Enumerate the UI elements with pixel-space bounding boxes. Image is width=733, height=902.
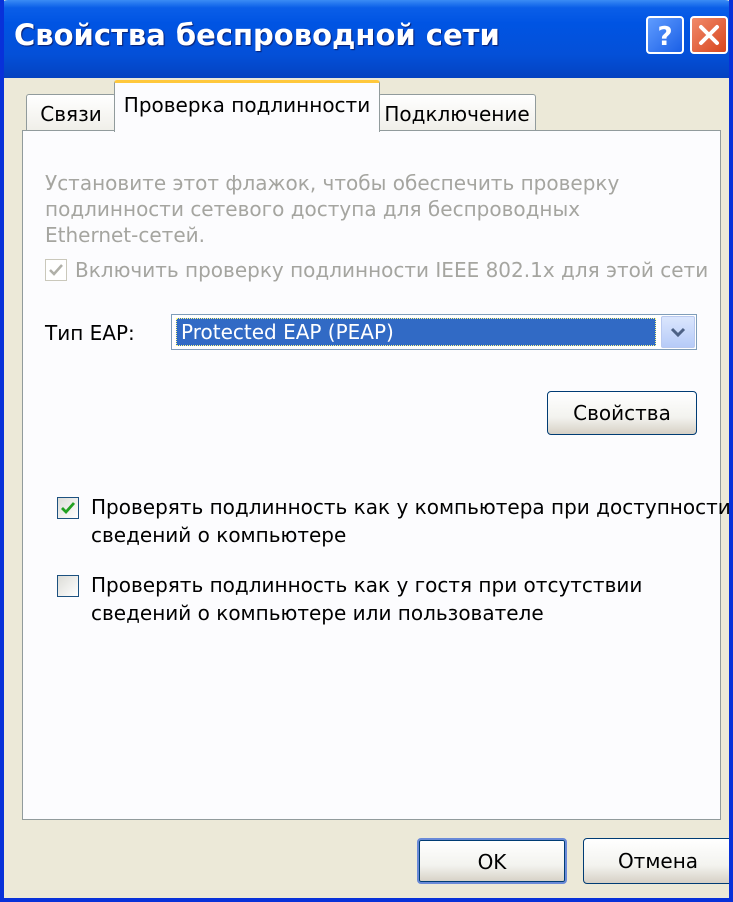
description-line: Установите этот флажок, чтобы обеспечить… (45, 171, 620, 195)
auth-as-guest-checkbox[interactable] (57, 575, 79, 597)
eap-type-value: Protected EAP (PEAP) (176, 318, 656, 346)
tab-label: Связи (40, 102, 102, 126)
tab-connections[interactable]: Связи (26, 94, 116, 130)
auth-as-guest-label: сведений о компьютере или пользователе (91, 601, 544, 625)
close-button[interactable] (690, 16, 728, 54)
tab-authentication[interactable]: Проверка подлинности (114, 80, 380, 132)
svg-text:?: ? (657, 22, 672, 52)
ok-button[interactable]: OK (417, 838, 567, 884)
tab-label: Проверка подлинности (123, 93, 371, 117)
close-icon (699, 25, 719, 45)
checkmark-icon (61, 502, 76, 515)
eap-type-label: Тип EAP: (45, 321, 135, 345)
eap-properties-button[interactable]: Свойства (547, 391, 697, 435)
tab-panel: Установите этот флажок, чтобы обеспечить… (22, 130, 729, 820)
title-bar[interactable]: Свойства беспроводной сети ? (4, 0, 729, 78)
cancel-button[interactable]: Отмена (583, 838, 729, 884)
tab-label: Подключение (384, 102, 530, 126)
enable-8021x-label: Включить проверку подлинности IEEE 802.1… (75, 258, 709, 282)
auth-as-computer-checkbox[interactable] (57, 497, 79, 519)
checkmark-icon (49, 264, 63, 276)
dropdown-button[interactable] (661, 316, 695, 348)
description-line: Ethernet-сетей. (45, 223, 205, 247)
enable-8021x-checkbox[interactable] (45, 259, 67, 281)
chevron-down-icon (670, 327, 686, 338)
tab-connection[interactable]: Подключение (378, 94, 536, 130)
dialog-window: Свойства беспроводной сети ? Связи Прове… (0, 0, 733, 902)
help-button[interactable]: ? (646, 16, 684, 54)
window-title: Свойства беспроводной сети (14, 18, 500, 52)
auth-as-computer-label: Проверять подлинность как у компьютера п… (91, 495, 731, 519)
auth-as-computer-label: сведений о компьютере (91, 523, 347, 547)
auth-as-guest-label: Проверять подлинность как у гостя при от… (91, 573, 643, 597)
description-line: подлинности сетевого доступа для беспров… (45, 197, 581, 221)
help-icon: ? (657, 22, 672, 52)
eap-type-select[interactable]: Protected EAP (PEAP) (171, 314, 697, 350)
